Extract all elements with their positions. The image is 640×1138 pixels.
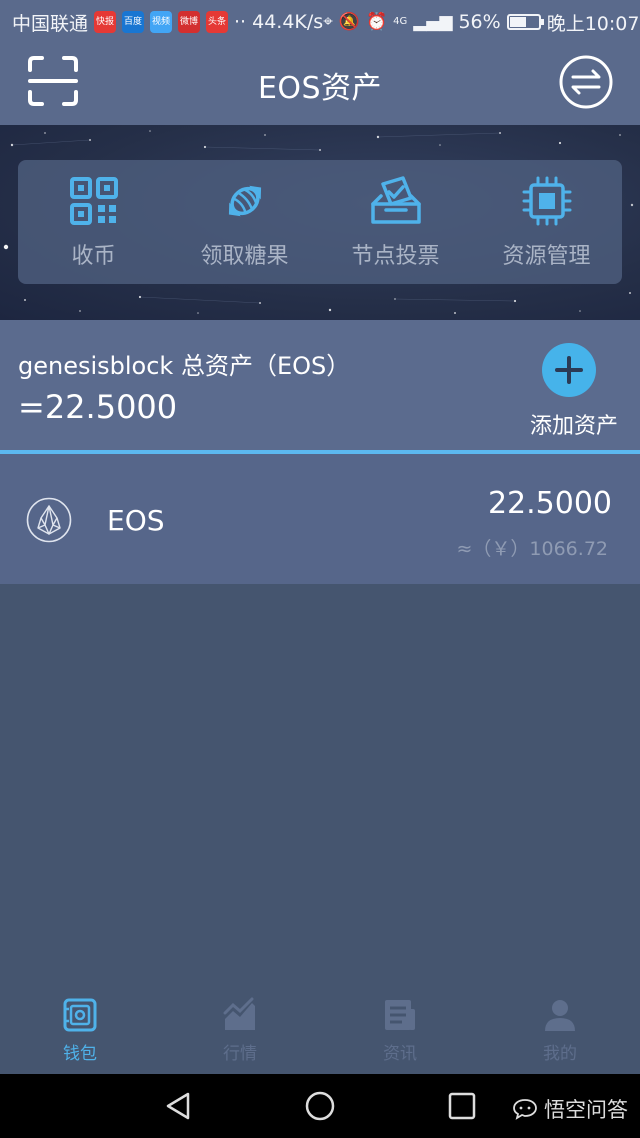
summary-title: genesisblock 总资产（EOS） <box>18 352 351 380</box>
chat-bubble-icon <box>513 1099 537 1120</box>
qr-code-icon <box>69 177 118 225</box>
quick-actions: 收币 领取糖果 节点投票 资源管理 <box>18 160 622 284</box>
action-resource-management[interactable]: 资源管理 <box>472 174 622 270</box>
tab-label: 钱包 <box>63 1043 97 1064</box>
tab-label: 资讯 <box>383 1043 417 1064</box>
app-header: EOS资产 <box>0 44 640 125</box>
watermark: 悟空问答 <box>512 1094 628 1124</box>
profile-icon <box>545 999 575 1031</box>
plus-icon <box>555 356 583 384</box>
carrier-label: 中国联通 <box>12 12 89 35</box>
hero-banner: 收币 领取糖果 节点投票 资源管理 <box>0 125 640 320</box>
total-balance: =22.5000 <box>18 388 178 426</box>
tab-profile[interactable]: 我的 <box>500 997 620 1064</box>
system-nav-bar: 悟空问答 <box>0 1074 640 1138</box>
action-claim-candy[interactable]: 领取糖果 <box>170 174 320 270</box>
back-icon[interactable] <box>162 1090 194 1122</box>
bottom-tab-bar: 钱包 行情 资讯 我的 <box>0 986 640 1074</box>
scan-icon[interactable] <box>26 54 80 108</box>
tab-wallet[interactable]: 钱包 <box>20 997 140 1064</box>
battery-percent: 56% <box>458 11 501 33</box>
battery-icon <box>506 14 544 30</box>
notification-app-icon: 微博 <box>178 11 201 33</box>
clock: 晚上10:07 <box>546 12 640 35</box>
network-speed: 44.4K/s <box>252 11 324 33</box>
alarm-icon: ⏰ <box>365 12 388 32</box>
signal-icon: ▂▄▆ <box>413 12 453 32</box>
asset-fiat-value: ≈（￥）1066.72 <box>456 538 609 560</box>
action-label: 资源管理 <box>502 244 591 269</box>
wallet-icon <box>63 998 97 1031</box>
asset-summary: genesisblock 总资产（EOS） =22.5000 添加资产 <box>0 320 640 450</box>
action-label: 节点投票 <box>351 244 440 269</box>
tab-label: 行情 <box>223 1043 257 1064</box>
tab-market[interactable]: 行情 <box>180 997 300 1064</box>
network-type: 4G <box>393 16 408 27</box>
status-bar: 中国联通 快报 百度 视频 微博 头条 ·· 44.4K/s ⌖ 🔕 ⏰ 4G … <box>0 0 640 44</box>
news-icon <box>385 999 415 1030</box>
asset-amount: 22.5000 <box>487 486 612 521</box>
notification-app-icon: 视频 <box>150 11 173 33</box>
action-label: 领取糖果 <box>200 244 289 269</box>
tab-label: 我的 <box>543 1043 577 1064</box>
more-dots: ·· <box>234 11 247 33</box>
tab-news[interactable]: 资讯 <box>340 997 460 1064</box>
action-node-vote[interactable]: 节点投票 <box>321 174 471 270</box>
action-label: 收币 <box>71 244 116 269</box>
location-icon: ⌖ <box>323 12 333 32</box>
page-title: EOS资产 <box>257 70 383 106</box>
asset-name: EOS <box>107 504 165 537</box>
notification-app-icon: 快报 <box>94 11 117 33</box>
notification-app-icon: 头条 <box>206 11 229 33</box>
notification-app-icon: 百度 <box>122 11 145 33</box>
eos-logo-icon <box>26 497 72 543</box>
chip-icon <box>522 176 571 226</box>
asset-row-eos[interactable]: EOS 22.5000 ≈（￥）1066.72 <box>0 454 640 584</box>
mute-icon: 🔕 <box>338 12 360 32</box>
chart-icon <box>223 997 255 1030</box>
add-asset-label[interactable]: 添加资产 <box>530 408 618 440</box>
action-receive[interactable]: 收币 <box>19 174 169 270</box>
candy-icon <box>228 185 261 217</box>
home-icon[interactable] <box>304 1090 336 1122</box>
switch-account-icon[interactable] <box>558 54 614 110</box>
watermark-text: 悟空问答 <box>544 1098 628 1122</box>
vote-box-icon <box>370 176 421 224</box>
add-asset-button[interactable] <box>542 343 596 397</box>
recents-icon[interactable] <box>446 1090 478 1122</box>
